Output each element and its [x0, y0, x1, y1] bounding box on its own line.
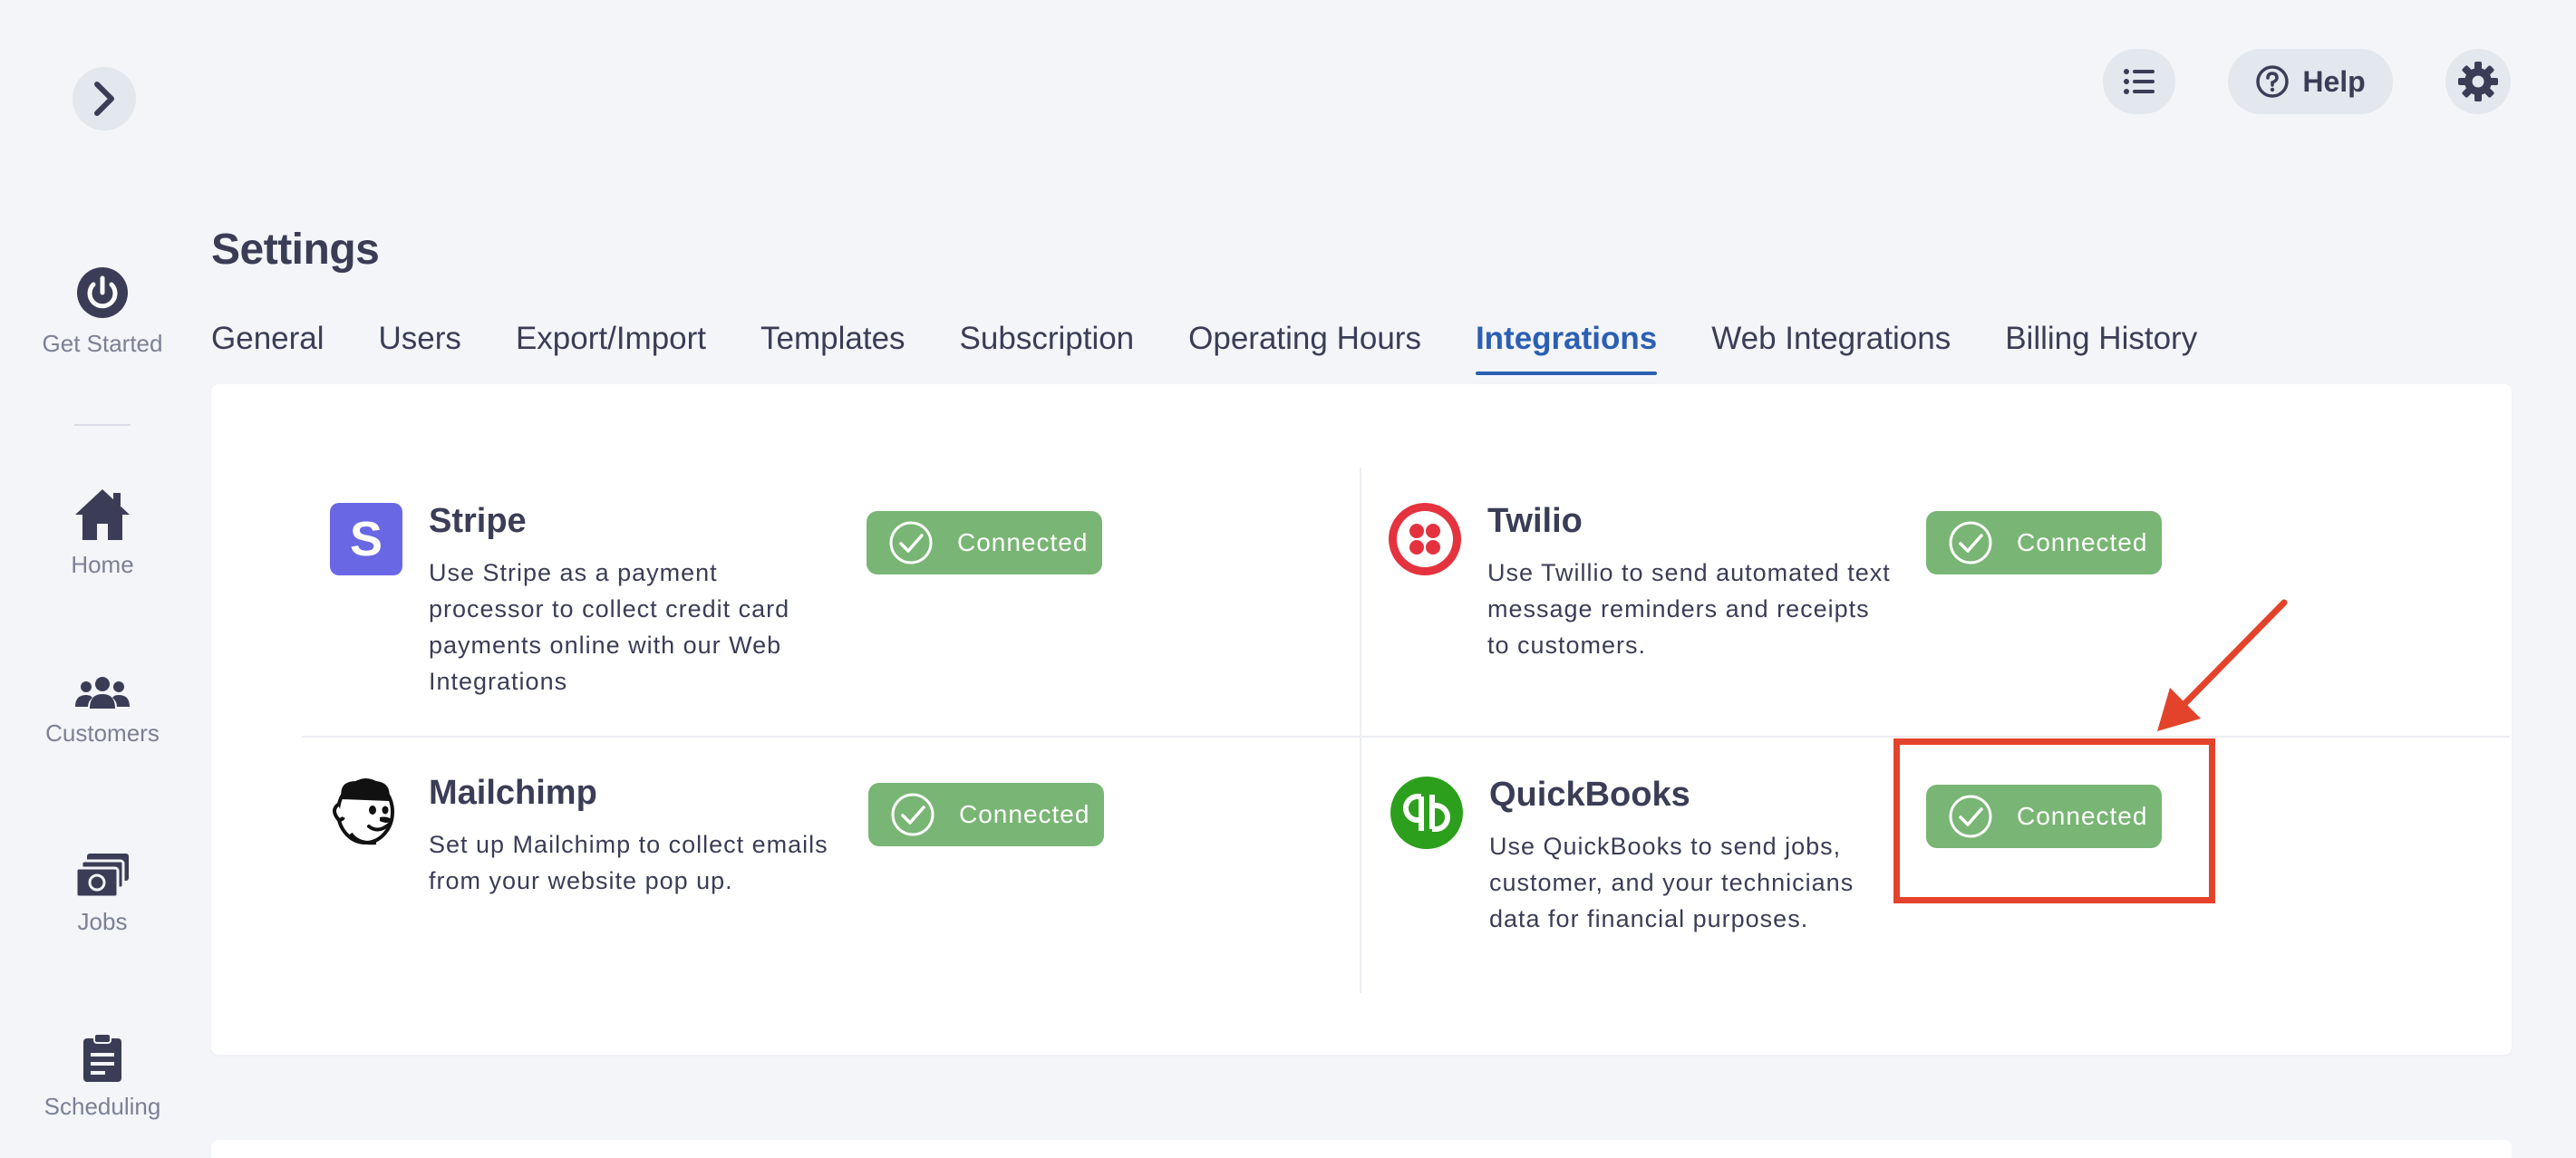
- secondary-card: [211, 1140, 2512, 1158]
- twilio-logo-icon: [1388, 502, 1462, 576]
- settings-button[interactable]: [2445, 49, 2511, 114]
- stripe-logo-icon: S: [329, 502, 403, 576]
- twilio-connected-button[interactable]: Connected: [1926, 511, 2162, 574]
- sidebar-item-home[interactable]: Home: [0, 487, 205, 579]
- tab-web-integrations[interactable]: Web Integrations: [1711, 321, 1951, 375]
- settings-tabs: General Users Export/Import Templates Su…: [211, 321, 2252, 375]
- tab-templates[interactable]: Templates: [760, 321, 905, 375]
- users-icon: [75, 677, 130, 709]
- mailchimp-connected-button[interactable]: Connected: [868, 783, 1104, 846]
- sidebar-item-customers[interactable]: Customers: [0, 676, 205, 748]
- sidebar-divider: [74, 424, 131, 426]
- list-icon: [2124, 69, 2155, 94]
- sidebar-item-scheduling[interactable]: Scheduling: [0, 1033, 205, 1121]
- integration-description: Use Twillio to send automated text messa…: [1487, 559, 1891, 659]
- help-label: Help: [2302, 64, 2366, 98]
- quickbooks-logo-icon: [1390, 776, 1464, 850]
- integration-name: Stripe: [429, 502, 527, 540]
- sidebar-item-label: Customers: [45, 719, 160, 747]
- chevron-right-icon: [94, 82, 114, 116]
- integration-description: Use QuickBooks to send jobs, customer, a…: [1489, 833, 1855, 932]
- status-label: Connected: [959, 800, 1090, 828]
- mailchimp-logo-icon: [329, 774, 403, 848]
- annotation-highlight-box: [1893, 738, 2215, 903]
- clipboard-icon: [83, 1033, 121, 1082]
- integration-name: Twilio: [1487, 502, 1583, 540]
- sidebar-item-label: Home: [71, 551, 134, 578]
- grid-divider-vertical: [1360, 468, 1361, 993]
- sidebar-toggle-button[interactable]: [73, 67, 136, 130]
- sidebar-item-get-started[interactable]: Get Started: [0, 265, 205, 358]
- sidebar-item-label: Scheduling: [44, 1093, 161, 1120]
- check-circle-icon: [891, 793, 935, 836]
- annotation-arrow-icon: [2157, 599, 2288, 731]
- question-circle-icon: [2256, 65, 2290, 98]
- sidebar-item-jobs[interactable]: Jobs: [0, 852, 205, 936]
- integration-description: Use Stripe as a payment processor to col…: [429, 559, 790, 695]
- gear-icon: [2458, 62, 2498, 101]
- tab-billing-history[interactable]: Billing History: [2005, 321, 2197, 375]
- tab-operating-hours[interactable]: Operating Hours: [1188, 321, 1421, 375]
- tab-export-import[interactable]: Export/Import: [516, 321, 706, 375]
- integration-name: Mailchimp: [429, 774, 597, 812]
- home-icon: [75, 489, 130, 540]
- tab-integrations[interactable]: Integrations: [1475, 321, 1658, 375]
- svg-text:S: S: [350, 512, 383, 566]
- money-icon: [74, 854, 129, 899]
- list-view-button[interactable]: [2103, 49, 2175, 114]
- integration-description: Set up Mailchimp to collect emails from …: [429, 831, 828, 894]
- sidebar-item-label: Get Started: [42, 330, 163, 357]
- status-label: Connected: [2017, 528, 2148, 556]
- stripe-connected-button[interactable]: Connected: [867, 511, 1102, 574]
- page-title: Settings: [211, 226, 380, 274]
- tab-subscription[interactable]: Subscription: [960, 321, 1135, 375]
- tab-users[interactable]: Users: [379, 321, 461, 375]
- integration-name: QuickBooks: [1489, 776, 1690, 814]
- status-label: Connected: [957, 528, 1089, 556]
- power-icon: [77, 267, 128, 318]
- check-circle-icon: [889, 521, 933, 565]
- check-circle-icon: [1949, 521, 1992, 565]
- settings-page: Get Started Home Customers Jobs Scheduli…: [0, 0, 2576, 1158]
- tab-general[interactable]: General: [211, 321, 324, 375]
- sidebar-item-label: Jobs: [77, 908, 128, 935]
- help-button[interactable]: Help: [2228, 49, 2393, 114]
